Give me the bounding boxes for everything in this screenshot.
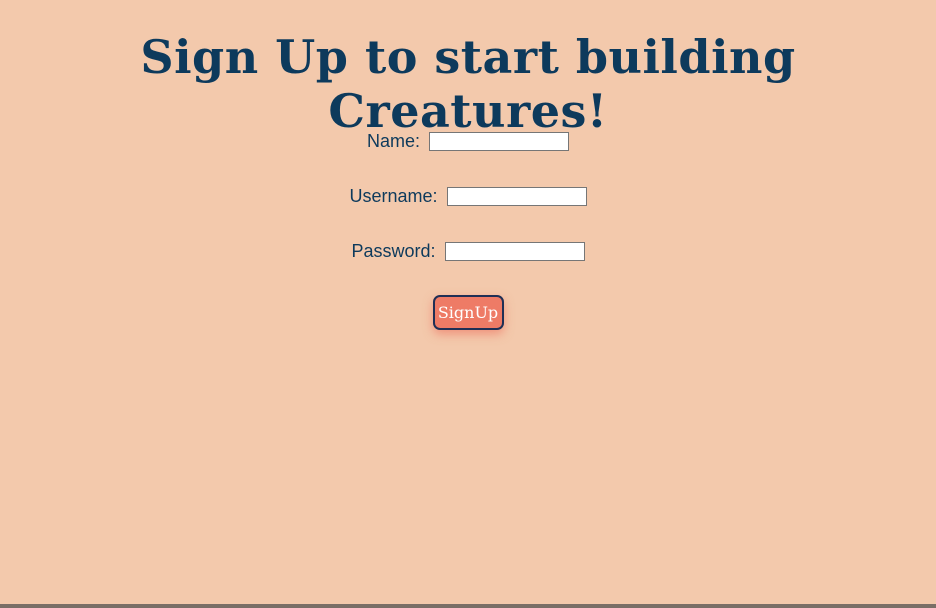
password-row: Password:	[0, 240, 936, 262]
password-input[interactable]	[444, 241, 585, 261]
page-title: Sign Up to start building Creatures!	[140, 30, 796, 138]
signup-page: Sign Up to start building Creatures! Nam…	[0, 0, 936, 604]
signup-button[interactable]: SignUp	[432, 295, 504, 330]
password-label: Password:	[351, 240, 436, 261]
name-label: Name:	[366, 130, 420, 151]
window-bottom-edge	[0, 604, 936, 608]
username-input[interactable]	[446, 186, 587, 206]
name-row: Name:	[0, 130, 936, 152]
username-row: Username:	[0, 185, 936, 207]
name-input[interactable]	[429, 131, 570, 151]
username-label: Username:	[349, 185, 438, 206]
submit-wrap: SignUp	[0, 295, 936, 330]
